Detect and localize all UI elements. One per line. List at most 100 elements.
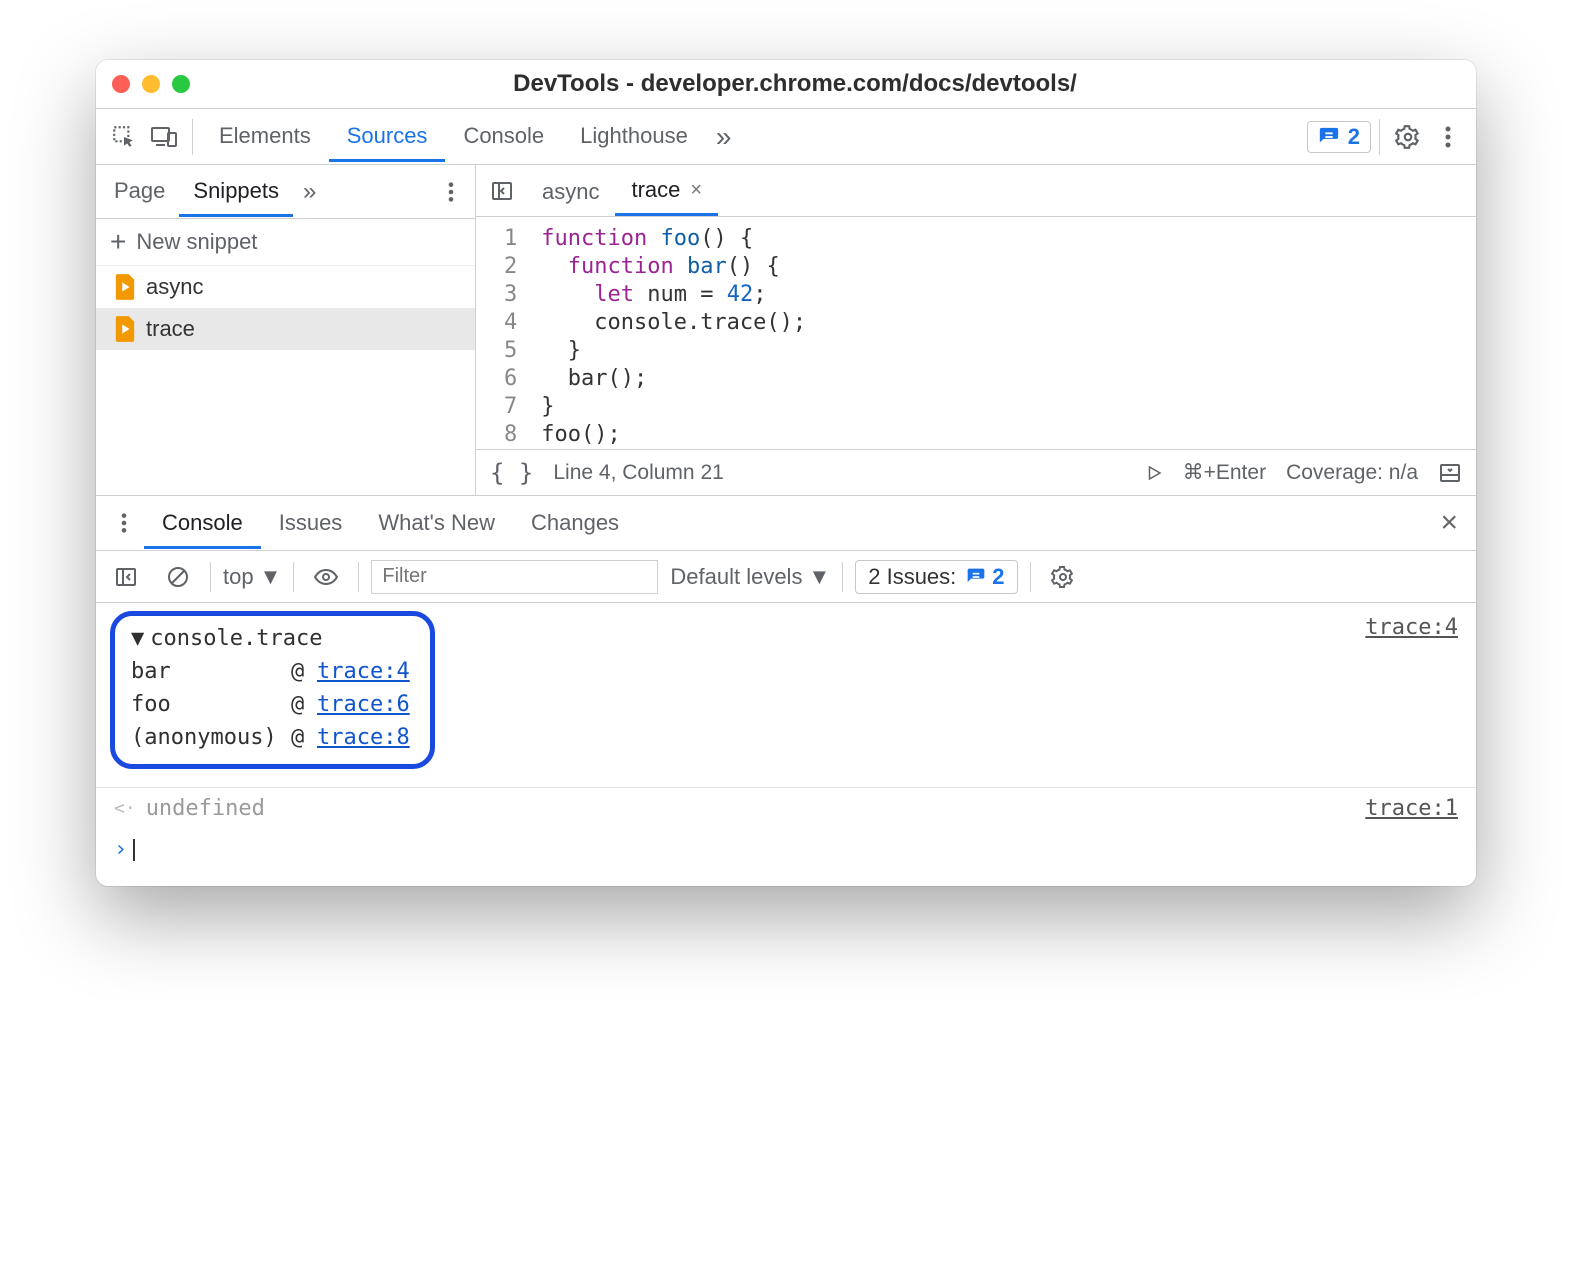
drawer-tab-changes[interactable]: Changes: [513, 498, 637, 549]
toggle-sidebar-icon[interactable]: [106, 557, 146, 597]
snippet-file-trace[interactable]: trace: [96, 308, 475, 350]
inspect-icon[interactable]: [104, 117, 144, 157]
zoom-window-button[interactable]: [172, 75, 190, 93]
stack-frame: bar@trace:4: [131, 659, 410, 684]
panel-tabs: ElementsSourcesConsoleLighthouse: [201, 111, 706, 162]
titlebar: DevTools - developer.chrome.com/docs/dev…: [96, 60, 1476, 109]
at-symbol: @: [291, 725, 317, 750]
main-toolbar: ElementsSourcesConsoleLighthouse » 2: [96, 109, 1476, 165]
new-snippet-button[interactable]: + New snippet: [96, 219, 475, 266]
snippet-list: async trace: [96, 266, 475, 350]
disclosure-triangle-icon[interactable]: ▼: [131, 626, 144, 651]
navigator-tabs: PageSnippets »: [96, 165, 475, 219]
snippet-file-label: trace: [146, 316, 195, 342]
return-value-row: <· undefined trace:1: [96, 787, 1476, 829]
issues-badge[interactable]: 2: [1307, 121, 1371, 153]
issues-count: 2: [1348, 124, 1360, 150]
stack-frame: (anonymous)@trace:8: [131, 725, 410, 750]
panel-tab-sources[interactable]: Sources: [329, 111, 446, 162]
toggle-drawer-icon[interactable]: [1438, 461, 1462, 485]
issues-link[interactable]: 2 Issues: 2: [855, 560, 1017, 594]
snippet-file-async[interactable]: async: [96, 266, 475, 308]
frame-location-link[interactable]: trace:4: [317, 659, 410, 684]
code-content: function foo() { function bar() { let nu…: [531, 217, 806, 449]
frame-location-link[interactable]: trace:6: [317, 692, 410, 717]
nav-tab-snippets[interactable]: Snippets: [179, 166, 293, 217]
return-arrow-icon: <·: [114, 798, 136, 819]
console-settings-gear-icon[interactable]: [1043, 557, 1083, 597]
stack-frame: foo@trace:6: [131, 692, 410, 717]
context-selector[interactable]: top ▼: [223, 564, 281, 590]
drawer-tab-what-s-new[interactable]: What's New: [360, 498, 513, 549]
at-symbol: @: [291, 692, 317, 717]
drawer-tab-console[interactable]: Console: [144, 498, 261, 549]
more-tabs-chevron-icon[interactable]: »: [706, 121, 742, 153]
panel-tab-console[interactable]: Console: [445, 111, 562, 162]
pretty-print-icon[interactable]: { }: [490, 459, 533, 487]
drawer-menu-icon[interactable]: [104, 503, 144, 543]
settings-gear-icon[interactable]: [1388, 117, 1428, 157]
context-label: top: [223, 564, 254, 590]
cursor-position: Line 4, Column 21: [553, 461, 723, 485]
console-toolbar: top ▼ Default levels ▼ 2 Issues: 2: [96, 551, 1476, 603]
minimize-window-button[interactable]: [142, 75, 160, 93]
undefined-value: undefined: [146, 796, 265, 821]
run-snippet-icon[interactable]: [1145, 464, 1163, 482]
drawer-tabs: ConsoleIssuesWhat's NewChanges ×: [96, 495, 1476, 551]
code-editor[interactable]: 12345678 function foo() { function bar()…: [476, 217, 1476, 449]
editor-tab-trace[interactable]: trace ×: [615, 165, 718, 216]
drawer-tab-issues[interactable]: Issues: [261, 498, 361, 549]
toggle-navigator-icon[interactable]: [482, 171, 522, 211]
line-gutter: 12345678: [476, 217, 531, 449]
frame-function: bar: [131, 659, 291, 684]
console-output: trace:4 ▼console.trace bar@trace:4foo@tr…: [96, 603, 1476, 886]
snippet-file-icon: [114, 274, 136, 300]
snippet-file-label: async: [146, 274, 203, 300]
window-controls: [112, 75, 190, 93]
live-expression-icon[interactable]: [306, 557, 346, 597]
device-toggle-icon[interactable]: [144, 117, 184, 157]
dropdown-icon: ▼: [808, 564, 830, 590]
editor-tab-label: trace: [631, 177, 680, 203]
source-link[interactable]: trace:1: [1365, 796, 1458, 821]
console-prompt[interactable]: ›: [96, 829, 1476, 886]
editor-pane: async trace × 12345678 function foo() { fu…: [476, 165, 1476, 495]
snippet-file-icon: [114, 316, 136, 342]
editor-tab-label: async: [542, 179, 599, 205]
clear-console-icon[interactable]: [158, 557, 198, 597]
frame-location-link[interactable]: trace:8: [317, 725, 410, 750]
dropdown-icon: ▼: [260, 564, 282, 590]
more-nav-tabs-icon[interactable]: »: [293, 178, 326, 206]
navigator-sidebar: PageSnippets » + New snippet async trace: [96, 165, 476, 495]
issue-icon: [966, 567, 986, 587]
coverage-status: Coverage: n/a: [1286, 461, 1418, 485]
close-window-button[interactable]: [112, 75, 130, 93]
new-snippet-label: New snippet: [136, 229, 257, 255]
filter-input[interactable]: [371, 560, 658, 594]
run-shortcut: ⌘+Enter: [1183, 460, 1266, 485]
frame-function: (anonymous): [131, 725, 291, 750]
kebab-menu-icon[interactable]: [1428, 117, 1468, 157]
close-tab-icon[interactable]: ×: [690, 179, 702, 202]
frame-function: foo: [131, 692, 291, 717]
editor-tab-async[interactable]: async: [526, 165, 615, 216]
levels-label: Default levels: [670, 564, 802, 590]
nav-tab-page[interactable]: Page: [100, 166, 179, 217]
panel-tab-elements[interactable]: Elements: [201, 111, 329, 162]
trace-label: console.trace: [150, 626, 322, 651]
issues-count: 2: [992, 564, 1004, 590]
panel-tab-lighthouse[interactable]: Lighthouse: [562, 111, 706, 162]
log-levels-selector[interactable]: Default levels ▼: [670, 564, 830, 590]
window-title: DevTools - developer.chrome.com/docs/dev…: [190, 70, 1400, 98]
editor-tabs: async trace ×: [476, 165, 1476, 217]
source-link[interactable]: trace:4: [1365, 615, 1458, 640]
devtools-window: DevTools - developer.chrome.com/docs/dev…: [96, 60, 1476, 886]
at-symbol: @: [291, 659, 317, 684]
editor-statusbar: { } Line 4, Column 21 ⌘+Enter Coverage: …: [476, 449, 1476, 495]
stack-trace: ▼console.trace bar@trace:4foo@trace:6(an…: [110, 611, 435, 769]
navigator-menu-icon[interactable]: [431, 172, 471, 212]
issue-icon: [1318, 126, 1340, 148]
close-drawer-icon[interactable]: ×: [1430, 506, 1468, 540]
plus-icon: +: [110, 232, 126, 252]
issues-label: 2 Issues:: [868, 564, 956, 590]
